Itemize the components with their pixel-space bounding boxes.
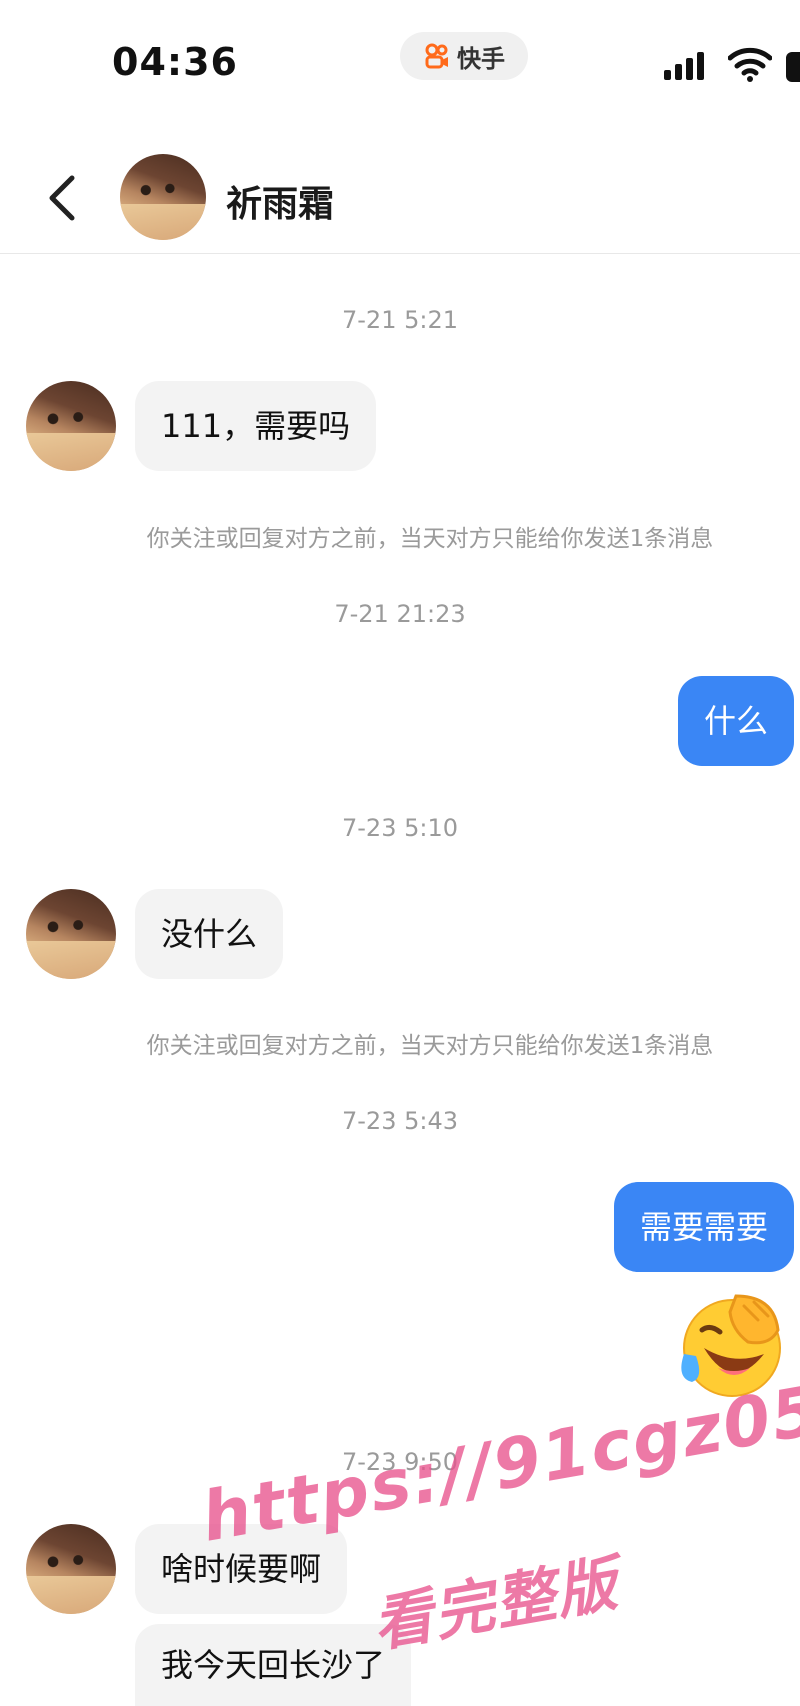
incoming-message-bubble[interactable]: 我今天回长沙了: [135, 1624, 412, 1706]
message-timestamp: 7-21 21:23: [334, 600, 466, 628]
follow-limit-notice: 你关注或回复对方之前，当天对方只能给你发送1条消息: [146, 526, 714, 552]
watermark-caption: 看完整版: [367, 1548, 624, 1661]
app-indicator-pill[interactable]: 快手: [400, 32, 528, 80]
message-timestamp: 7-23 5:10: [342, 814, 458, 842]
message-timestamp: 7-21 5:21: [342, 306, 458, 334]
incoming-message-bubble[interactable]: 没什么: [135, 889, 284, 979]
sender-avatar[interactable]: [26, 381, 116, 471]
sender-avatar[interactable]: [26, 1524, 116, 1614]
outgoing-message-bubble[interactable]: 需要需要: [613, 1182, 794, 1272]
contact-avatar[interactable]: [120, 154, 206, 240]
wifi-icon: [728, 47, 772, 82]
message-timestamp: 7-23 5:43: [342, 1107, 458, 1135]
follow-limit-notice: 你关注或回复对方之前，当天对方只能给你发送1条消息: [146, 1033, 714, 1059]
outgoing-message-bubble[interactable]: 什么: [677, 676, 794, 766]
chevron-left-icon[interactable]: [44, 172, 80, 224]
incoming-message-bubble[interactable]: 111，需要吗: [135, 381, 377, 471]
contact-name[interactable]: 祈雨霜: [226, 175, 334, 227]
signal-icon: [664, 52, 704, 80]
status-time: 04:36: [112, 40, 238, 84]
battery-icon: [786, 52, 800, 82]
app-name: 快手: [457, 44, 505, 73]
kuaishou-logo-icon: [425, 43, 448, 69]
sender-avatar[interactable]: [26, 889, 116, 979]
